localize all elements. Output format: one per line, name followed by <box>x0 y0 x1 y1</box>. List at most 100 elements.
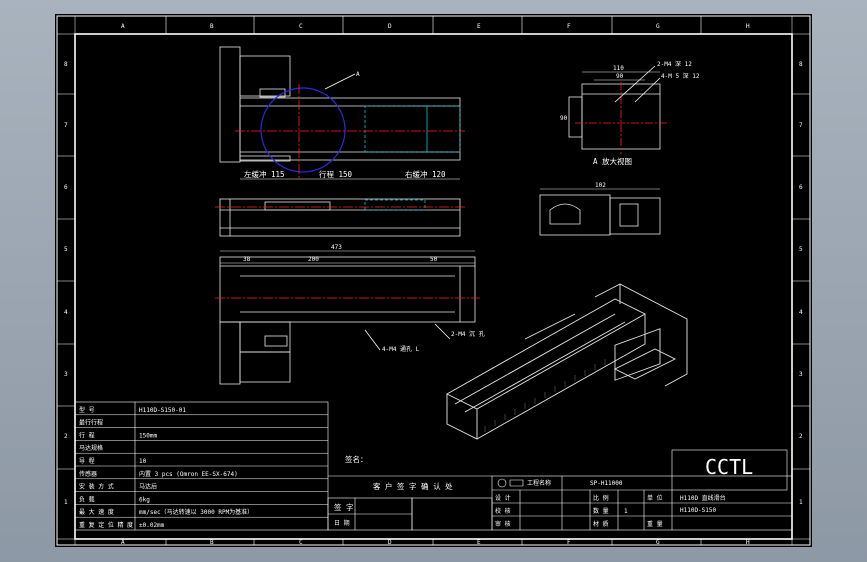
zone-row-3: 3 <box>799 371 803 378</box>
hole-callout-2: 4-M 5 深 12 <box>661 72 700 80</box>
callout-side-holes: 2-M4 沉 孔 <box>451 330 485 338</box>
qty-value: 1 <box>624 508 628 515</box>
zone-col-H: H <box>746 539 750 546</box>
unit-label: 单 位 <box>647 494 663 502</box>
callout-bottom-holes: 4-M4 通孔 L <box>382 345 420 353</box>
zone-column-labels-top: A B C D E F G H <box>121 23 750 30</box>
zone-row-5: 5 <box>799 246 803 253</box>
drawing-viewport[interactable]: A B C D E F G H A B C D E F G H 8 7 6 5 4 3 2 1 8 7 6 5 4 3 2 1 A 左缓… <box>0 0 867 562</box>
end-view <box>539 188 661 236</box>
zone-row-4: 4 <box>799 309 803 316</box>
detail-caption: A 放大视图 <box>593 156 632 166</box>
dim-200: 200 <box>308 256 319 263</box>
zone-col-D: D <box>388 23 392 30</box>
param-label: 最 大 速 度 <box>79 508 114 516</box>
dim-right-top: 50 <box>430 256 438 263</box>
param-label: 型 号 <box>79 406 95 414</box>
zone-row-6: 6 <box>64 184 68 191</box>
dim-right-buffer: 右缓冲 120 <box>405 169 446 179</box>
dim-110: 110 <box>613 65 624 72</box>
param-label: 重 复 定 位 精 度 <box>79 521 133 529</box>
zone-col-C: C <box>299 539 303 546</box>
zone-col-D: D <box>388 539 392 546</box>
zone-row-8: 8 <box>64 61 68 68</box>
param-value: 马达后 <box>139 483 157 491</box>
zone-row-labels-left: 8 7 6 5 4 3 2 1 <box>64 61 68 506</box>
zone-col-A: A <box>121 23 125 30</box>
zone-col-G: G <box>656 539 660 546</box>
signature-label: 签名： <box>345 454 368 464</box>
hole-callout-1: 2-M4 深 12 <box>657 60 692 68</box>
zone-row-3: 3 <box>64 371 68 378</box>
drawing-canvas: A B C D E F G H A B C D E F G H 8 7 6 5 4 3 2 1 8 7 6 5 4 3 2 1 A 左缓… <box>56 15 811 546</box>
param-label: 安 装 方 式 <box>79 483 114 491</box>
zone-col-C: C <box>299 23 303 30</box>
side-view <box>215 198 465 237</box>
drawing-name-label: 工程名称 <box>527 479 551 487</box>
dim-overall: 473 <box>331 244 342 251</box>
detail-label: A <box>356 71 360 78</box>
param-value: 内置 3 pcs (Omron EE-SX-674) <box>139 470 238 478</box>
isometric-hatching <box>484 359 606 432</box>
dim-90: 90 <box>616 73 624 80</box>
param-label: 负 载 <box>79 495 95 503</box>
zone-row-7: 7 <box>799 122 803 129</box>
param-label: 最行行程 <box>79 419 103 427</box>
zone-col-F: F <box>567 539 571 546</box>
zone-row-8: 8 <box>799 61 803 68</box>
zone-row-7: 7 <box>64 122 68 129</box>
brand-logo: CCTL <box>705 455 753 479</box>
param-value: 6kg <box>139 496 150 503</box>
param-value: H110D-S150-01 <box>139 407 186 414</box>
date-label: 日 期 <box>334 519 350 527</box>
isometric-view <box>446 283 688 440</box>
zone-row-1: 1 <box>799 499 803 506</box>
weight-label: 重 量 <box>647 520 663 528</box>
drawing-title: H110D 直线滑台 <box>680 494 726 502</box>
param-value: ±0.02mm <box>139 522 165 529</box>
zone-col-F: F <box>567 23 571 30</box>
param-label: 马达规格 <box>79 444 103 452</box>
zone-col-E: E <box>477 539 481 546</box>
drawing-sheet: A B C D E F G H A B C D E F G H 8 7 6 5 4 3 2 1 8 7 6 5 4 3 2 1 A 左缓… <box>55 14 812 547</box>
zone-row-4: 4 <box>64 309 68 316</box>
detail-circle-callout <box>260 87 346 173</box>
zone-row-2: 2 <box>799 433 803 440</box>
front-view <box>219 46 465 180</box>
zone-row-1: 1 <box>64 499 68 506</box>
zone-col-B: B <box>210 539 214 546</box>
param-value: 10 <box>139 458 147 465</box>
zone-col-B: B <box>210 23 214 30</box>
row-label-approve: 审 核 <box>495 520 511 528</box>
zone-col-G: G <box>656 23 660 30</box>
dim-side-height: 90 <box>560 115 568 122</box>
zone-row-2: 2 <box>64 433 68 440</box>
inner-border <box>74 33 793 540</box>
zone-row-labels-right: 8 7 6 5 4 3 2 1 <box>799 61 803 506</box>
param-value: mm/sec（马达转速以 3000 RPM为基准） <box>139 508 253 516</box>
zone-col-E: E <box>477 23 481 30</box>
param-label: 传感器 <box>79 470 97 478</box>
qty-label: 数 量 <box>593 507 609 515</box>
parameter-rows: 型 号 H110D-S150-01 最行行程行 程 150mm 马达规格导 程 10 传感器… <box>75 406 328 529</box>
sign-stamp: 签 字 <box>334 502 354 512</box>
dim-left-buffer: 左缓冲 115 <box>244 169 285 179</box>
projection-symbol <box>497 478 524 488</box>
bottom-view <box>215 250 480 385</box>
material-label: 材 质 <box>593 520 609 528</box>
param-value: 150mm <box>139 432 157 439</box>
outer-border <box>56 15 811 546</box>
drawing-name: SP-H11000 <box>590 480 623 487</box>
param-label: 行 程 <box>79 431 95 439</box>
row-label-design: 设 计 <box>495 494 511 502</box>
zone-row-5: 5 <box>64 246 68 253</box>
row-label-check: 校 核 <box>495 507 511 515</box>
dim-stroke: 行程 150 <box>319 169 353 179</box>
zone-col-H: H <box>746 23 750 30</box>
scale-label: 比 例 <box>593 494 609 502</box>
drawing-no: H110D-S150 <box>680 507 717 514</box>
dim-left-top: 38 <box>243 256 251 263</box>
zone-col-A: A <box>121 539 125 546</box>
confirm-title: 客 户 签 字 确 认 处 <box>373 481 453 491</box>
param-label: 导 程 <box>79 457 95 465</box>
